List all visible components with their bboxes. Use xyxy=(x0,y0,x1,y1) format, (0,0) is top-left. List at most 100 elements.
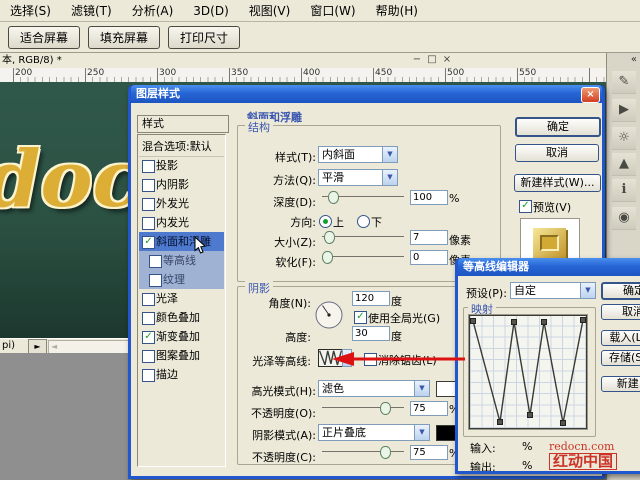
menu-analysis[interactable]: 分析(A) xyxy=(132,2,174,19)
menu-window[interactable]: 窗口(W) xyxy=(310,2,355,19)
direction-down-radio[interactable] xyxy=(357,215,370,228)
menu-3d[interactable]: 3D(D) xyxy=(193,4,228,18)
direction-up-label: 上 xyxy=(333,214,344,230)
contour-cancel-button[interactable]: 取消 xyxy=(601,304,640,320)
style-label: 样式(T): xyxy=(211,149,316,165)
new-contour-button[interactable]: 新建... xyxy=(601,376,640,392)
styles-panel-icon[interactable]: ☼ xyxy=(612,127,636,150)
status-menu-arrow-icon[interactable]: ► xyxy=(28,339,47,354)
info-panel-icon[interactable]: i xyxy=(612,179,636,202)
checkbox[interactable] xyxy=(142,198,155,211)
depth-input[interactable]: 100 xyxy=(410,190,448,205)
contour-curve-svg[interactable] xyxy=(470,316,586,428)
list-item-label: 混合选项:默认 xyxy=(142,137,212,156)
ruler-label: 500 xyxy=(447,68,464,78)
checkbox[interactable] xyxy=(149,274,162,287)
checkbox[interactable] xyxy=(142,179,155,192)
angle-dial[interactable] xyxy=(314,300,344,330)
minimize-icon[interactable]: − xyxy=(410,53,424,66)
red-annotation-arrow xyxy=(330,350,466,368)
horizontal-ruler: 200 250 300 350 400 450 500 550 xyxy=(0,68,606,83)
output-label: 输出: xyxy=(470,459,496,471)
highlight-mode-dropdown[interactable]: 滤色▼ xyxy=(318,380,430,397)
size-unit: 像素 xyxy=(449,232,471,248)
chevron-down-icon[interactable]: ▼ xyxy=(414,381,429,396)
list-item-label: 颜色叠加 xyxy=(156,308,200,327)
technique-dropdown[interactable]: 平滑▼ xyxy=(318,169,398,186)
dialog-close-icon[interactable]: × xyxy=(581,87,600,103)
direction-up-radio[interactable] xyxy=(319,215,332,228)
altitude-input[interactable]: 30 xyxy=(352,326,390,341)
highlight-opacity-slider[interactable] xyxy=(322,402,404,413)
dock-collapse-icon[interactable]: « xyxy=(631,54,637,65)
checkbox[interactable] xyxy=(142,312,155,325)
size-input[interactable]: 7 xyxy=(410,230,448,245)
checkbox[interactable] xyxy=(142,293,155,306)
checkbox-checked[interactable]: ✓ xyxy=(142,236,155,249)
menu-select[interactable]: 选择(S) xyxy=(10,2,51,19)
watermark: redocn.com 红动中国 xyxy=(549,441,617,470)
preset-value: 自定 xyxy=(514,284,536,297)
checkbox[interactable] xyxy=(142,217,155,230)
brush-panel-icon[interactable]: ✎ xyxy=(612,71,636,94)
soften-label: 软化(F): xyxy=(211,254,316,270)
checkbox[interactable] xyxy=(142,160,155,173)
global-light-label: 使用全局光(G) xyxy=(368,310,440,326)
load-button[interactable]: 载入(L)... xyxy=(601,330,640,346)
maximize-icon[interactable]: □ xyxy=(425,53,439,66)
checkbox[interactable] xyxy=(142,350,155,363)
navigator-panel-icon[interactable]: ▲ xyxy=(612,153,636,176)
chevron-down-icon[interactable]: ▼ xyxy=(414,425,429,440)
checkbox-checked[interactable]: ✓ xyxy=(142,331,155,344)
soften-input[interactable]: 0 xyxy=(410,250,448,265)
preset-dropdown[interactable]: 自定 ▼ xyxy=(510,282,596,299)
close-icon[interactable]: × xyxy=(440,53,454,66)
ruler-label: 300 xyxy=(159,68,176,78)
contour-ok-button[interactable]: 确定 xyxy=(601,282,640,300)
chevron-down-icon[interactable]: ▼ xyxy=(382,170,397,185)
checkbox[interactable] xyxy=(149,255,162,268)
print-size-button[interactable]: 打印尺寸 xyxy=(168,26,240,49)
shadow-opacity-thumb[interactable] xyxy=(380,446,391,459)
menu-view[interactable]: 视图(V) xyxy=(249,2,291,19)
preview-checkbox[interactable]: ✓ xyxy=(519,200,532,213)
shadow-mode-dropdown[interactable]: 正片叠底▼ xyxy=(318,424,430,441)
soften-slider-thumb[interactable] xyxy=(322,251,333,264)
soften-slider[interactable] xyxy=(322,251,404,262)
list-item-texture[interactable]: 纹理 xyxy=(139,270,224,289)
size-slider[interactable] xyxy=(322,231,404,242)
depth-slider[interactable] xyxy=(322,191,404,202)
menu-help[interactable]: 帮助(H) xyxy=(376,2,418,19)
color-panel-icon[interactable]: ◉ xyxy=(612,207,636,230)
photoshop-window: 选择(S) 滤镜(T) 分析(A) 3D(D) 视图(V) 窗口(W) 帮助(H… xyxy=(0,0,640,480)
highlight-opacity-thumb[interactable] xyxy=(380,402,391,415)
scroll-left-icon[interactable]: ◄ xyxy=(51,342,57,351)
size-slider-thumb[interactable] xyxy=(324,231,335,244)
direction-label: 方向: xyxy=(211,214,316,230)
preview-label: 预览(V) xyxy=(533,199,571,215)
fill-screen-button[interactable]: 填充屏幕 xyxy=(88,26,160,49)
bevel-style-dropdown[interactable]: 内斜面 ▼ xyxy=(318,146,398,163)
actions-panel-icon[interactable]: ▶ xyxy=(612,99,636,122)
bevel-style-value: 内斜面 xyxy=(322,148,355,161)
chevron-down-icon[interactable]: ▼ xyxy=(382,147,397,162)
global-light-checkbox[interactable]: ✓ xyxy=(354,311,367,324)
fit-screen-button[interactable]: 适合屏幕 xyxy=(8,26,80,49)
cancel-button[interactable]: 取消 xyxy=(515,144,599,162)
depth-slider-thumb[interactable] xyxy=(328,191,339,204)
ruler-label: 250 xyxy=(87,68,104,78)
menu-filter[interactable]: 滤镜(T) xyxy=(71,2,112,19)
highlight-opacity-input[interactable]: 75 xyxy=(410,401,448,416)
contour-curve-editor[interactable] xyxy=(469,315,587,429)
chevron-down-icon[interactable]: ▼ xyxy=(580,283,595,298)
checkbox[interactable] xyxy=(142,369,155,382)
ok-button[interactable]: 确定 xyxy=(515,117,601,137)
shadow-opacity-slider[interactable] xyxy=(322,446,404,457)
shading-legend: 阴影 xyxy=(245,280,273,296)
angle-label: 角度(N): xyxy=(211,295,311,311)
layer-style-dialog-title: 图层样式 xyxy=(136,87,180,100)
shadow-opacity-input[interactable]: 75 xyxy=(410,445,448,460)
angle-input[interactable]: 120 xyxy=(352,291,390,306)
save-button[interactable]: 存储(S)... xyxy=(601,350,640,366)
new-style-button[interactable]: 新建样式(W)... xyxy=(514,174,601,192)
